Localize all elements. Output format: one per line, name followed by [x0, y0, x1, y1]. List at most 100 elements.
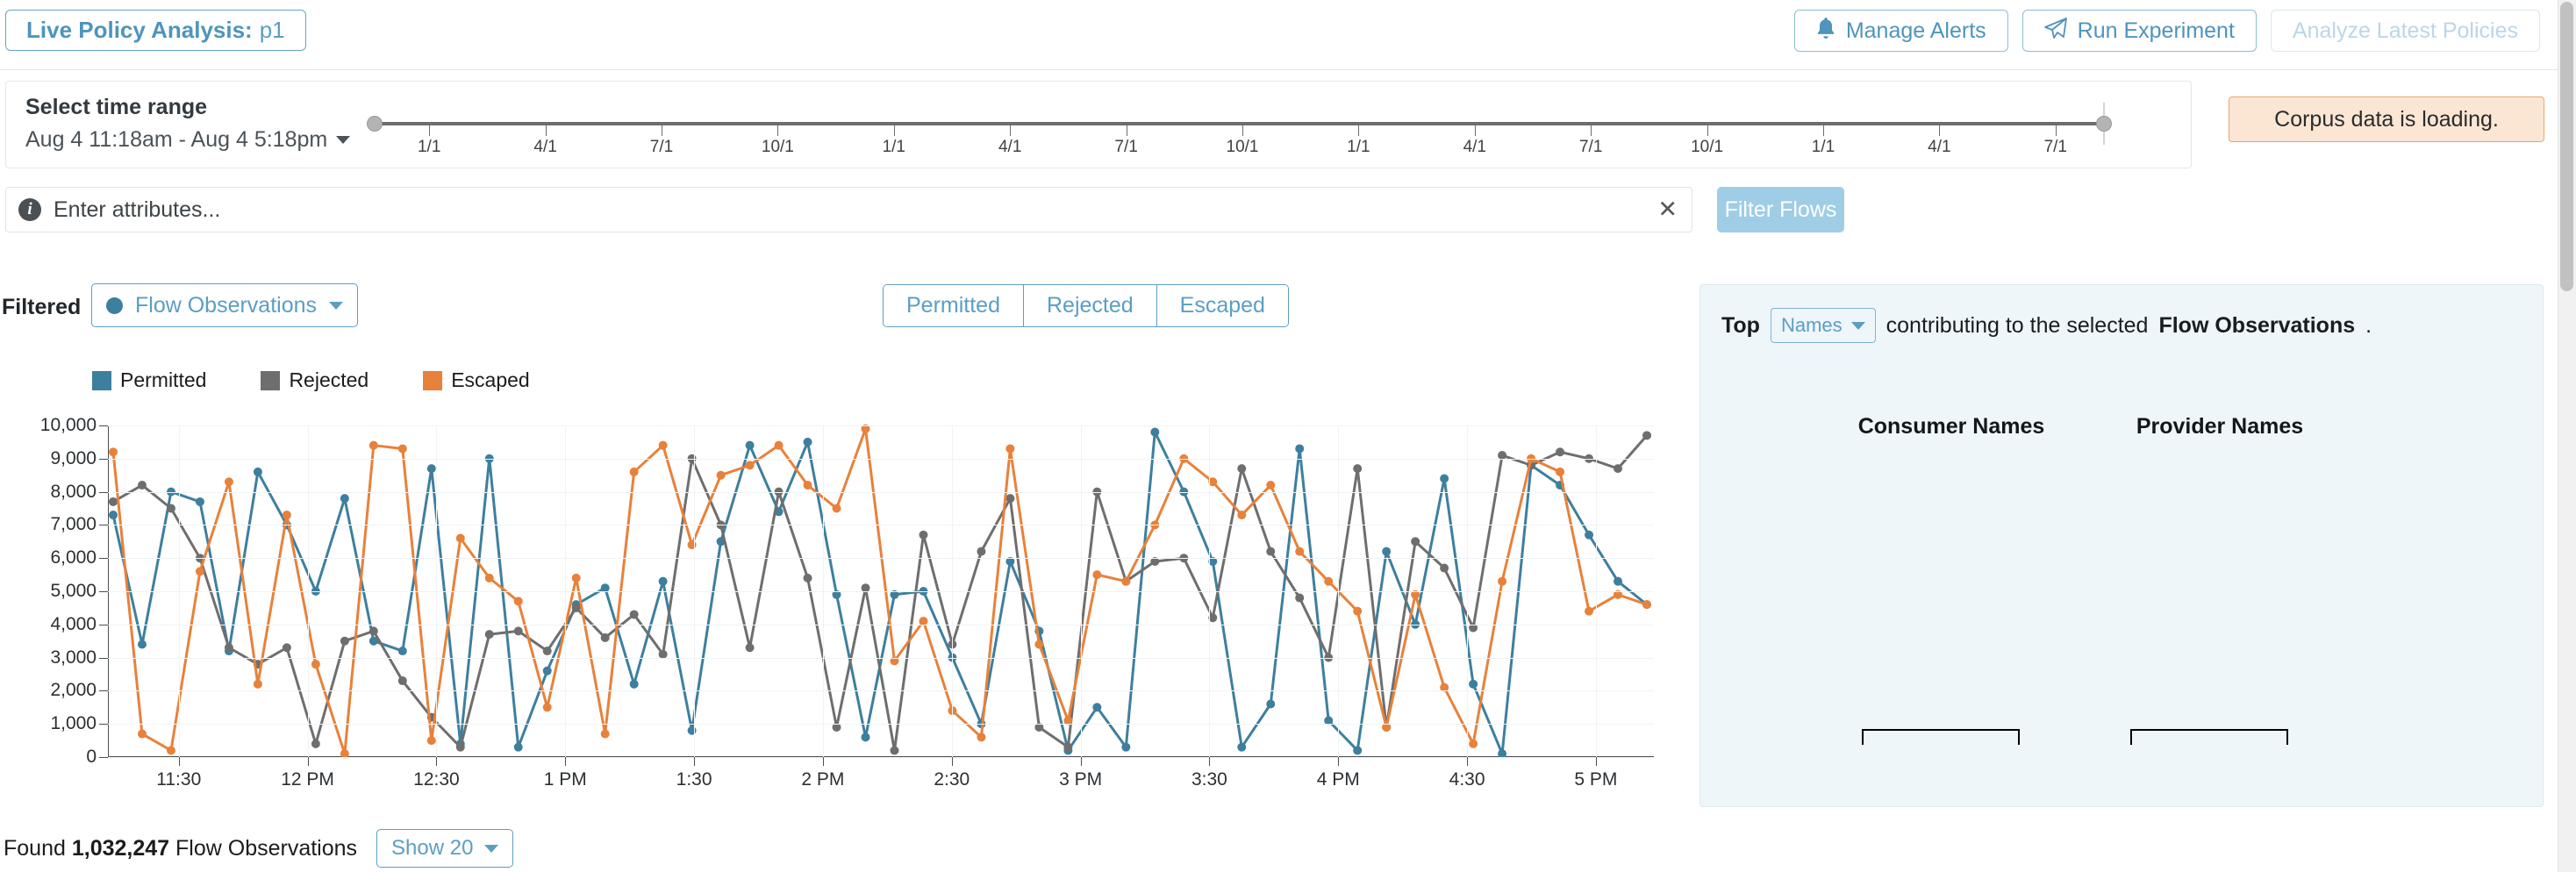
- provider-names-column-header: Provider Names: [2136, 414, 2304, 439]
- segment-rejected-button[interactable]: Rejected: [1023, 285, 1157, 326]
- slider-track[interactable]: [371, 122, 2105, 125]
- chevron-down-icon: [484, 844, 499, 853]
- x-axis-label: 3 PM: [1059, 769, 1103, 790]
- y-axis-label: 7,000: [50, 514, 97, 535]
- y-tick-mark: [99, 657, 108, 659]
- chart-plot-area: 0 1,000 2,000 3,000 4,000 5,000 6,000 7,000 8,00…: [40, 415, 1654, 790]
- x-gridline: [1595, 425, 1597, 757]
- slider-tick: [429, 125, 431, 136]
- y-tick-mark: [99, 690, 108, 692]
- info-icon: i: [18, 198, 41, 221]
- analyze-latest-policies-button[interactable]: Analyze Latest Policies: [2270, 10, 2540, 52]
- x-axis-label: 3:30: [1191, 769, 1227, 790]
- legend-swatch-icon: [423, 370, 443, 390]
- slider-handle-start[interactable]: [367, 116, 383, 132]
- x-tick-mark: [436, 757, 438, 766]
- chart-legend: Permitted Rejected Escaped: [92, 368, 530, 392]
- y-gridline: [108, 690, 1654, 692]
- y-gridline: [108, 757, 1654, 758]
- consumer-names-column-header: Consumer Names: [1857, 414, 2045, 439]
- slider-tick-label: 7/1: [649, 138, 674, 156]
- filter-flows-button[interactable]: Filter Flows: [1717, 187, 1844, 232]
- x-gridline: [822, 425, 824, 757]
- x-tick-mark: [1080, 757, 1082, 766]
- names-dropdown[interactable]: Names: [1770, 308, 1876, 343]
- x-tick-mark: [1209, 757, 1211, 766]
- manage-alerts-button[interactable]: Manage Alerts: [1793, 10, 2008, 52]
- slider-tick-label: 1/1: [417, 138, 441, 156]
- x-tick-mark: [822, 757, 824, 766]
- legend-label: Rejected: [289, 368, 369, 391]
- series-color-dot: [106, 297, 123, 314]
- run-experiment-button[interactable]: Run Experiment: [2021, 10, 2257, 52]
- top-contributors-panel: Top Names contributing to the selected F…: [1699, 284, 2544, 807]
- y-tick-mark: [99, 558, 108, 560]
- found-suffix: Flow Observations: [175, 835, 358, 861]
- scrollbar-thumb[interactable]: [2560, 2, 2573, 291]
- slider-tick: [893, 125, 895, 136]
- y-gridline: [108, 657, 1654, 659]
- y-axis-label: 8,000: [50, 481, 97, 502]
- clear-attributes-icon[interactable]: ✕: [1657, 197, 1678, 222]
- series-permitted: [109, 427, 1651, 759]
- slider-tick: [545, 125, 547, 136]
- x-axis-label: 4 PM: [1316, 769, 1360, 790]
- slider-tick-label: 4/1: [533, 138, 557, 156]
- x-tick-mark: [1338, 757, 1340, 766]
- segment-permitted-button[interactable]: Permitted: [884, 285, 1024, 326]
- x-tick-mark: [307, 757, 309, 766]
- page-scrollbar[interactable]: [2558, 0, 2576, 872]
- slider-tick-label: 4/1: [998, 138, 1022, 156]
- filter-flows-label: Filter Flows: [1724, 197, 1837, 222]
- x-gridline: [307, 425, 309, 757]
- slider-tick: [1707, 125, 1708, 136]
- top-label: Top: [1721, 312, 1760, 338]
- slider-tick: [1010, 125, 1012, 136]
- header-actions: Manage Alerts Run Experiment Analyze Lat…: [1793, 10, 2540, 52]
- time-range-panel: Select time range Aug 4 11:18am - Aug 4 …: [5, 81, 2192, 168]
- flow-observations-dropdown[interactable]: Flow Observations: [91, 283, 359, 327]
- top-contributors-heading: Top Names contributing to the selected F…: [1721, 308, 2372, 343]
- time-range-value: Aug 4 11:18am - Aug 4 5:18pm: [25, 127, 328, 152]
- slider-tick-label: 7/1: [2043, 138, 2068, 156]
- chevron-down-icon: [1850, 321, 1865, 330]
- slider-tick-label: 7/1: [1578, 138, 1603, 156]
- show-count-label: Show 20: [391, 836, 474, 860]
- y-axis-label: 2,000: [50, 680, 97, 701]
- slider-tick: [1242, 125, 1243, 136]
- time-range-selector[interactable]: Aug 4 11:18am - Aug 4 5:18pm: [25, 127, 351, 153]
- x-gridline: [1209, 425, 1211, 757]
- segment-escaped-button[interactable]: Escaped: [1156, 285, 1288, 326]
- page-title-prefix: Live Policy Analysis:: [26, 17, 253, 43]
- slider-tick-label: 1/1: [1347, 138, 1370, 156]
- y-axis-label: 6,000: [50, 547, 97, 568]
- bell-icon: [1816, 17, 1835, 46]
- page-title-tab[interactable]: Live Policy Analysis: p1: [5, 10, 306, 51]
- x-gridline: [565, 425, 567, 757]
- y-axis-label: 0: [86, 747, 97, 767]
- y-axis-label: 4,000: [50, 613, 97, 634]
- y-tick-mark: [99, 491, 108, 493]
- slider-tick-label: 4/1: [1928, 138, 1951, 156]
- app-header: Live Policy Analysis: p1 Manage Alerts R…: [0, 0, 2558, 70]
- x-axis-label: 5 PM: [1574, 769, 1618, 790]
- selected-metric-emphasis: Flow Observations: [2158, 312, 2356, 338]
- time-range-slider[interactable]: 1/1 4/1 7/1 10/1 1/1 4/1 7/1 10/1 1/1 4/1 7/1 10/1 1…: [357, 82, 2184, 169]
- slider-tick-label: 1/1: [1811, 138, 1835, 156]
- y-tick-mark: [99, 724, 108, 725]
- y-tick-mark: [99, 591, 108, 592]
- attributes-filter-bar[interactable]: i Enter attributes... ✕: [5, 187, 1692, 232]
- slider-handle-end[interactable]: [2096, 116, 2112, 132]
- y-gridline: [108, 491, 1654, 493]
- y-axis-label: 10,000: [39, 415, 97, 435]
- slider-tick: [1474, 125, 1476, 136]
- flow-type-segmented-control[interactable]: Permitted Rejected Escaped: [883, 284, 1289, 327]
- y-axis-label: 1,000: [50, 713, 97, 734]
- series-rejected: [109, 431, 1651, 755]
- y-tick-mark: [99, 757, 108, 758]
- found-count-text: Found 1,032,247 Flow Observations: [4, 836, 357, 861]
- legend-label: Permitted: [120, 368, 207, 391]
- y-axis-label: 3,000: [50, 647, 97, 668]
- x-axis-label: 1 PM: [543, 769, 587, 790]
- show-count-dropdown[interactable]: Show 20: [376, 829, 514, 868]
